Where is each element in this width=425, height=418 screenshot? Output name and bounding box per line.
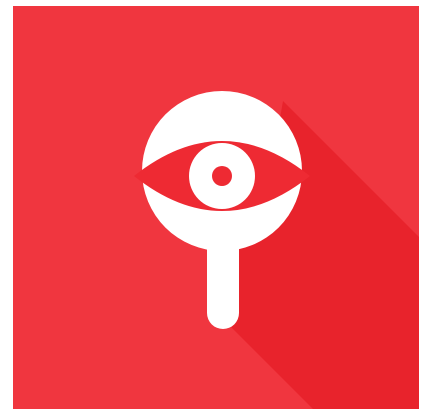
eye-magnifier-icon [13, 6, 419, 409]
eye-pupil [212, 166, 232, 186]
screenshot-frame [0, 0, 425, 418]
app-icon-tile[interactable] [13, 6, 419, 409]
